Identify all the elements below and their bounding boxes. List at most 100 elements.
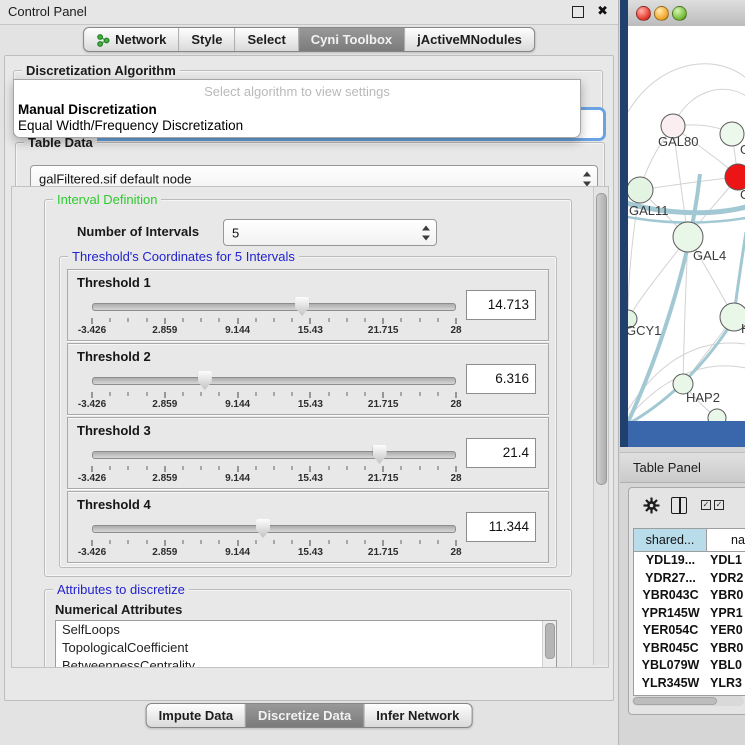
algorithm-dropdown-popup: Select algorithm to view settings Manual…	[13, 79, 581, 138]
network-canvas[interactable]: GAL80GCGAL11GAL4GCY1HHAP2	[628, 26, 745, 421]
table-cell: YDR27...	[634, 570, 707, 588]
table-row[interactable]: YPR145WYPR1	[634, 605, 745, 623]
table-panel-titlebar: Table Panel	[620, 452, 745, 483]
attribute-item-betweennesscentrality[interactable]: BetweennessCentrality	[56, 657, 556, 668]
control-panel-body: Discretization Algorithm Select algorith…	[4, 55, 614, 701]
table-row[interactable]: YER054CYER0	[634, 622, 745, 640]
node-label: GCY1	[628, 323, 661, 338]
table-data-value: galFiltered.sif default node	[39, 171, 191, 186]
network-selection-frame	[620, 0, 628, 447]
table-cell: YDL19...	[634, 552, 707, 570]
table-row[interactable]: YLR345WYLR3	[634, 675, 745, 693]
node-label: C	[740, 187, 745, 202]
network-node-gal11[interactable]	[628, 177, 653, 203]
bottom-tab-discretize-data[interactable]: Discretize Data	[246, 704, 364, 727]
table-toolbar: ✓ ✓	[629, 494, 745, 518]
tab-cyni-toolbox[interactable]: Cyni Toolbox	[299, 28, 405, 51]
scrollbar-thumb[interactable]	[633, 697, 717, 705]
control-panel-title: Control Panel	[8, 4, 87, 19]
control-panel-titlebar: Control Panel ✖	[0, 0, 618, 25]
threshold-slider[interactable]: -3.4262.8599.14415.4321.71528	[92, 518, 456, 558]
threshold-slider[interactable]: -3.4262.8599.14415.4321.71528	[92, 370, 456, 410]
tab-label: Network	[115, 32, 166, 47]
threshold-value-field[interactable]: 21.4	[466, 438, 536, 468]
bottom-tab-bar: Impute Data Discretize DataInfer Network	[146, 703, 473, 728]
slider-ticks: -3.4262.8599.14415.4321.71528	[92, 538, 456, 558]
close-traffic-light-icon[interactable]	[636, 6, 651, 21]
close-icon[interactable]: ✖	[597, 3, 608, 19]
algorithm-section-label: Discretization Algorithm	[22, 63, 180, 78]
attribute-item-selfloops[interactable]: SelfLoops	[56, 621, 556, 639]
network-node[interactable]	[708, 409, 726, 421]
bottom-tab-infer-network[interactable]: Infer Network	[364, 704, 471, 727]
table-cell: YBR0	[707, 587, 745, 605]
tab-select[interactable]: Select	[235, 28, 298, 51]
tab-jactivemnodules[interactable]: jActiveMNodules	[405, 28, 534, 51]
table-row[interactable]: YBL079WYBL0	[634, 657, 745, 675]
slider-thumb[interactable]	[256, 519, 270, 538]
node-label: GAL4	[693, 248, 726, 263]
float-icon[interactable]	[572, 6, 584, 18]
network-window-titlebar	[628, 0, 745, 27]
threshold-slider[interactable]: -3.4262.8599.14415.4321.71528	[92, 444, 456, 484]
slider-track[interactable]	[92, 377, 456, 385]
bottom-tab-impute-data[interactable]: Impute Data	[147, 704, 246, 727]
slider-track[interactable]	[92, 303, 456, 311]
scrollbar-thumb[interactable]	[596, 193, 607, 485]
interval-definition-title: Interval Definition	[53, 192, 161, 207]
control-panel: Control Panel ✖ Network Style Select Cyni T…	[0, 0, 619, 745]
zoom-traffic-light-icon[interactable]	[672, 6, 687, 21]
threshold-value-field[interactable]: 11.344	[466, 512, 536, 542]
node-label: G	[740, 142, 745, 157]
tab-network[interactable]: Network	[84, 28, 179, 51]
table-row[interactable]: YDR27...YDR2	[634, 570, 745, 588]
table-cell: YBR045C	[634, 640, 707, 658]
top-tab-bar: Network Style Select Cyni Toolbox jActiveMNo…	[83, 27, 535, 52]
scrollbar-thumb[interactable]	[545, 623, 555, 659]
gear-icon[interactable]	[643, 497, 660, 519]
dropdown-item-manual-discretization[interactable]: Manual Discretization	[16, 102, 582, 118]
table-cell: YBL0	[707, 657, 745, 675]
panel-scrollbar[interactable]	[593, 187, 608, 665]
application-window: Control Panel ✖ Network Style Select Cyni T…	[0, 0, 745, 745]
attribute-item-topologicalcoefficient[interactable]: TopologicalCoefficient	[56, 639, 556, 657]
table-row[interactable]: YBR045CYBR0	[634, 640, 745, 658]
threshold-value-field[interactable]: 14.713	[466, 290, 536, 320]
algorithm-dropdown-list: Manual DiscretizationEqual Width/Frequen…	[16, 102, 582, 134]
tab-style[interactable]: Style	[179, 28, 235, 51]
list-scrollbar[interactable]	[542, 621, 556, 667]
threshold-slider[interactable]: -3.4262.8599.14415.4321.71528	[92, 296, 456, 336]
numerical-attributes-list[interactable]: SelfLoopsTopologicalCoefficientBetweenne…	[55, 620, 557, 668]
slider-track[interactable]	[92, 451, 456, 459]
minimize-traffic-light-icon[interactable]	[654, 6, 669, 21]
table-row[interactable]: YBR043CYBR0	[634, 587, 745, 605]
settings-scroll-area: Interval Definition Number of Intervals …	[11, 186, 609, 668]
threshold-list: Threshold 1 -3.4262.8599.14415.4321.7152…	[60, 269, 556, 563]
combo-spinner-icon[interactable]	[583, 171, 592, 186]
checkbox-icon[interactable]: ✓	[714, 500, 724, 510]
combo-spinner-icon[interactable]	[422, 225, 431, 240]
table-panel-title: Table Panel	[633, 460, 701, 475]
threshold-value-field[interactable]: 6.316	[466, 364, 536, 394]
tab-label: Cyni Toolbox	[311, 32, 392, 47]
dropdown-item-equal-width-frequency-discretization[interactable]: Equal Width/Frequency Discretization	[16, 118, 582, 134]
slider-thumb[interactable]	[373, 445, 387, 464]
checkbox-icon[interactable]: ✓	[701, 500, 711, 510]
slider-thumb[interactable]	[198, 371, 212, 390]
table-horizontal-scrollbar[interactable]	[632, 696, 744, 706]
number-of-intervals-combobox[interactable]: 5	[223, 219, 437, 246]
tab-label: Select	[247, 32, 285, 47]
tab-label: Impute Data	[159, 708, 233, 723]
tab-label: jActiveMNodules	[417, 32, 522, 47]
columns-icon[interactable]	[671, 497, 687, 514]
number-of-intervals-value: 5	[232, 225, 239, 240]
node-label: GAL80	[658, 134, 698, 149]
attributes-title: Attributes to discretize	[53, 582, 189, 597]
slider-track[interactable]	[92, 525, 456, 533]
column-header[interactable]: na	[707, 529, 745, 551]
column-header[interactable]: shared...	[634, 529, 707, 551]
table-row[interactable]: YDL19...YDL1	[634, 552, 745, 570]
slider-ticks: -3.4262.8599.14415.4321.71528	[92, 464, 456, 484]
slider-thumb[interactable]	[295, 297, 309, 316]
thresholds-title: Threshold's Coordinates for 5 Intervals	[68, 249, 299, 264]
